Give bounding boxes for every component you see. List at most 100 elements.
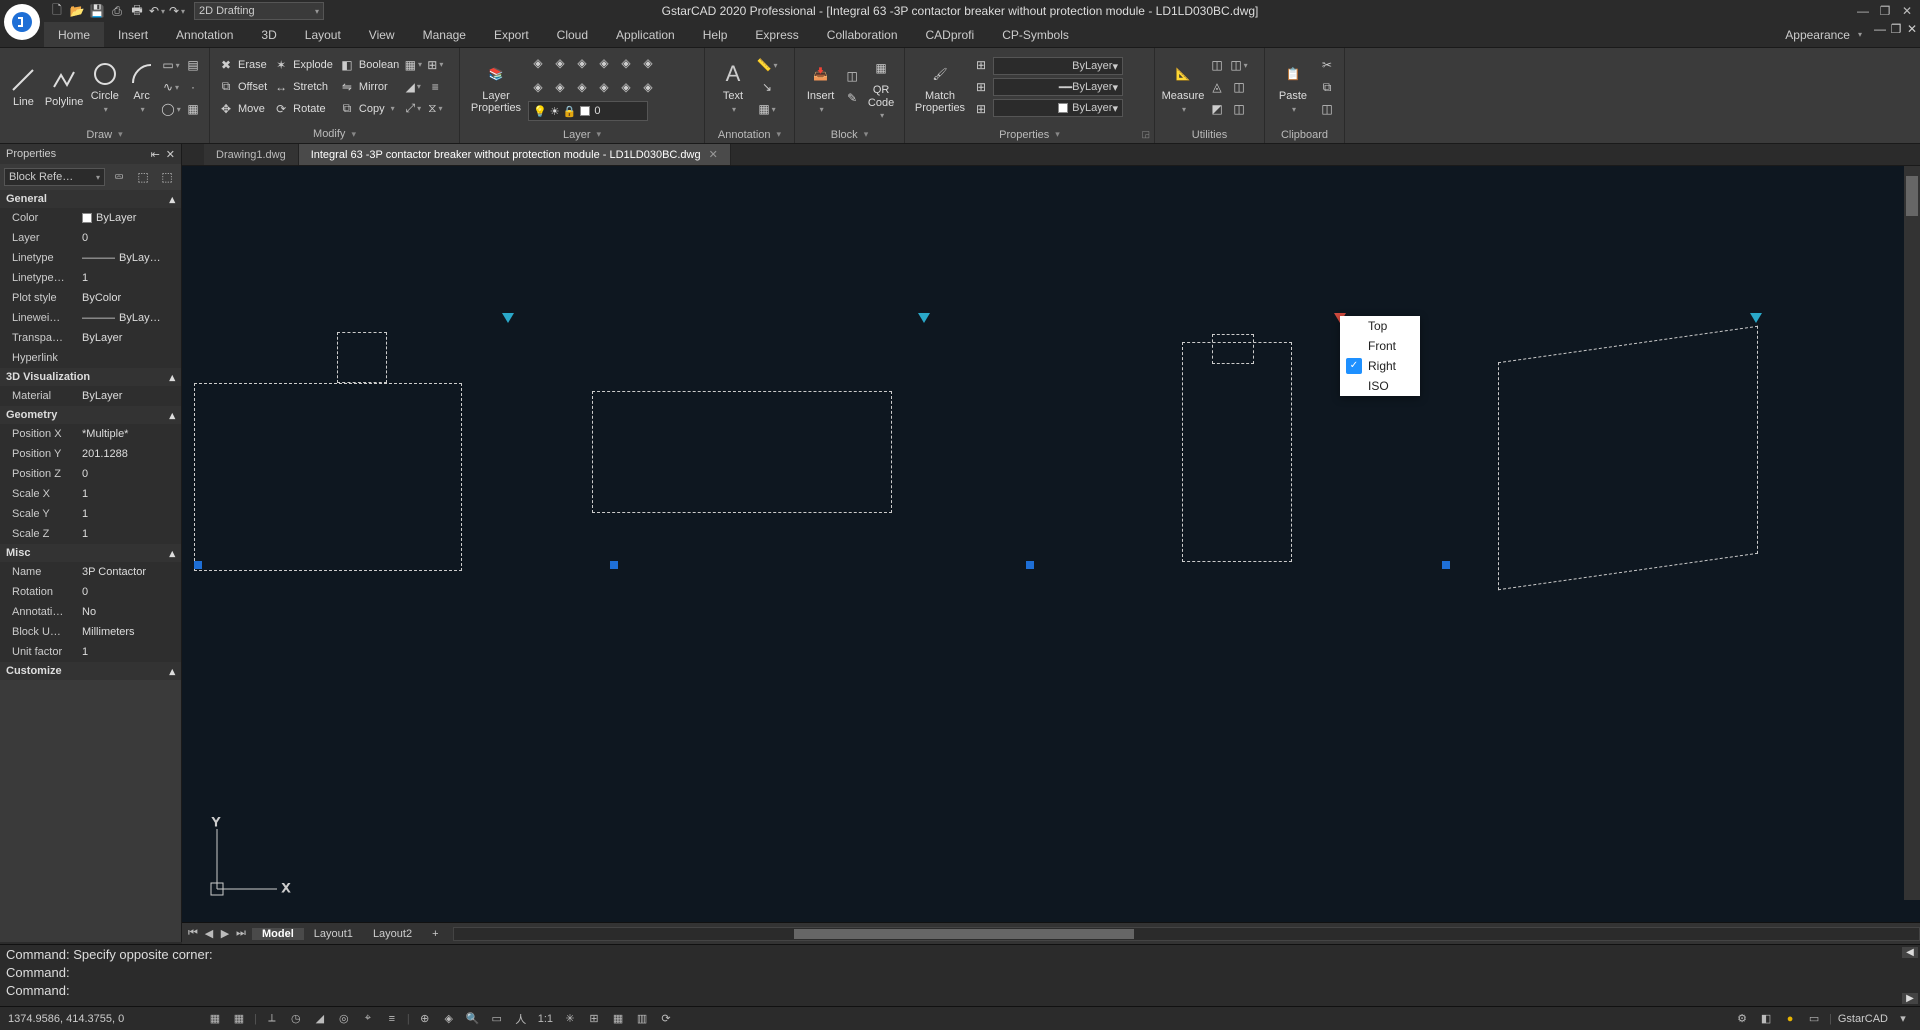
tab-layout2[interactable]: Layout2 xyxy=(363,928,422,940)
grid-icon[interactable]: ▦ xyxy=(230,1010,248,1028)
copy-clip-icon[interactable]: ⧉ xyxy=(1317,77,1337,97)
fillet-icon[interactable]: ◢▾ xyxy=(403,77,423,97)
util-icon-3[interactable]: ◩ xyxy=(1207,99,1227,119)
layer-icon-6[interactable]: ◈ xyxy=(638,53,658,73)
move-button[interactable]: ✥Move xyxy=(216,99,269,119)
mdi-minimize-icon[interactable]: — xyxy=(1872,22,1888,47)
erase-button[interactable]: ✖Erase xyxy=(216,55,269,75)
grip-3[interactable] xyxy=(1026,561,1034,569)
tab-cpsymbols[interactable]: CP-Symbols xyxy=(988,22,1083,47)
cycling-icon[interactable]: ◈ xyxy=(440,1010,458,1028)
tab-export[interactable]: Export xyxy=(480,22,543,47)
menu-item-top[interactable]: Top xyxy=(1340,316,1420,336)
otrack-icon[interactable]: ⌖ xyxy=(359,1010,377,1028)
undo-icon[interactable]: ↶▾ xyxy=(148,2,166,20)
close-icon[interactable]: ✕ xyxy=(1898,4,1916,18)
doc-tab-2[interactable]: Integral 63 -3P contactor breaker withou… xyxy=(299,144,731,165)
rect-icon[interactable]: ▭▾ xyxy=(161,55,181,75)
stretch-button[interactable]: ↔Stretch xyxy=(271,77,335,97)
prop-plotstyle-value[interactable]: ByColor xyxy=(78,288,181,308)
cmd-scroll[interactable]: ◀▶ xyxy=(1902,947,1918,1004)
prop-pz-value[interactable]: 0 xyxy=(78,464,181,484)
break-icon[interactable]: ⧖▾ xyxy=(425,99,445,119)
prop-icon-2[interactable]: ⊞ xyxy=(971,77,991,97)
point-icon[interactable]: · xyxy=(183,77,203,97)
tab-insert[interactable]: Insert xyxy=(104,22,162,47)
util-icon-6[interactable]: ◫ xyxy=(1229,99,1249,119)
arc-button[interactable]: Arc▾ xyxy=(124,50,159,124)
util-icon-2[interactable]: ◬ xyxy=(1207,77,1227,97)
prop-layer-value[interactable]: 0 xyxy=(78,228,181,248)
nav-next-icon[interactable]: ▶ xyxy=(218,927,232,940)
pickadd-icon[interactable]: ⬚ xyxy=(133,167,153,187)
tab-home[interactable]: Home xyxy=(44,22,104,47)
save-icon[interactable]: 💾 xyxy=(88,2,106,20)
view-marker-1[interactable] xyxy=(502,313,514,323)
section-customize[interactable]: Customize xyxy=(6,665,62,677)
lock-ui-icon[interactable]: ▥ xyxy=(633,1010,651,1028)
polyline-button[interactable]: Polyline xyxy=(43,50,86,124)
layer-icon-11[interactable]: ◈ xyxy=(616,77,636,97)
prop-sz-value[interactable]: 1 xyxy=(78,524,181,544)
mdi-restore-icon[interactable]: ❐ xyxy=(1888,22,1904,47)
tab-annotation[interactable]: Annotation xyxy=(162,22,247,47)
layer-icon-3[interactable]: ◈ xyxy=(572,53,592,73)
layer-icon-7[interactable]: ◈ xyxy=(528,77,548,97)
tab-cloud[interactable]: Cloud xyxy=(543,22,602,47)
clip-icon[interactable]: ◫ xyxy=(1317,99,1337,119)
prop-hyper-value[interactable] xyxy=(78,348,181,368)
prop-linetype-value[interactable]: ——— ByLay… xyxy=(78,248,181,268)
drawing-canvas[interactable]: Top Front Right ISO X Y xyxy=(182,166,1920,922)
polar-icon[interactable]: ◷ xyxy=(287,1010,305,1028)
layer-properties-button[interactable]: 📚Layer Properties xyxy=(466,50,526,124)
align-icon[interactable]: ≡ xyxy=(425,77,445,97)
settings-icon[interactable]: ⚙ xyxy=(1733,1010,1751,1028)
menu-item-right[interactable]: Right xyxy=(1340,356,1420,376)
grip-1[interactable] xyxy=(194,561,202,569)
grip-2[interactable] xyxy=(610,561,618,569)
horizontal-scrollbar[interactable] xyxy=(453,927,1920,941)
tab-cadprofi[interactable]: CADprofi xyxy=(912,22,989,47)
prop-px-value[interactable]: *Multiple* xyxy=(78,424,181,444)
appearance-menu[interactable]: Appearance▾ xyxy=(1775,22,1872,47)
scale-icon[interactable]: ⤢▾ xyxy=(403,99,423,119)
nav-first-icon[interactable]: ⏮ xyxy=(186,927,200,940)
prop-py-value[interactable]: 201.1288 xyxy=(78,444,181,464)
snap-grid-icon[interactable]: ▦ xyxy=(206,1010,224,1028)
section-geometry[interactable]: Geometry xyxy=(6,409,57,421)
spline-icon[interactable]: ∿▾ xyxy=(161,77,181,97)
tab-layout[interactable]: Layout xyxy=(291,22,355,47)
layer-icon-2[interactable]: ◈ xyxy=(550,53,570,73)
prop-name-value[interactable]: 3P Contactor xyxy=(78,562,181,582)
notification-icon[interactable]: ● xyxy=(1781,1010,1799,1028)
block-create-icon[interactable]: ◫ xyxy=(842,66,862,86)
prop-uf-value[interactable]: 1 xyxy=(78,642,181,662)
view-marker-2[interactable] xyxy=(918,313,930,323)
tab-express[interactable]: Express xyxy=(741,22,812,47)
print-icon[interactable]: 🖶 xyxy=(128,2,146,20)
ws-icon[interactable]: ⊞ xyxy=(585,1010,603,1028)
layer-icon-12[interactable]: ◈ xyxy=(638,77,658,97)
nav-last-icon[interactable]: ⏭ xyxy=(234,927,248,940)
workspace-selector[interactable]: 2D Drafting ▾ xyxy=(194,2,324,20)
prop-rot-value[interactable]: 0 xyxy=(78,582,181,602)
new-icon[interactable]: 🗋 xyxy=(48,2,66,20)
circle-button[interactable]: Circle▾ xyxy=(87,50,122,124)
prop-icon-3[interactable]: ⊞ xyxy=(971,99,991,119)
ortho-icon[interactable]: ⟂ xyxy=(263,1010,281,1028)
clean-icon[interactable]: ▭ xyxy=(1805,1010,1823,1028)
status-icon-2[interactable]: ◧ xyxy=(1757,1010,1775,1028)
prop-unit-value[interactable]: Millimeters xyxy=(78,622,181,642)
command-line[interactable]: Command: Specify opposite corner: Comman… xyxy=(0,944,1920,1006)
app-logo[interactable] xyxy=(4,4,40,40)
anno-scale-icon[interactable]: 人 xyxy=(512,1010,530,1028)
vertical-scrollbar[interactable] xyxy=(1904,166,1920,900)
tab-view[interactable]: View xyxy=(355,22,409,47)
rotate-button[interactable]: ⟳Rotate xyxy=(271,99,335,119)
qrcode-button[interactable]: ▦QR Code▾ xyxy=(864,50,898,124)
tab-model[interactable]: Model xyxy=(252,928,304,940)
array-icon[interactable]: ⊞▾ xyxy=(425,55,445,75)
grip-4[interactable] xyxy=(1442,561,1450,569)
copy-button[interactable]: ⧉Copy▾ xyxy=(337,99,401,119)
explode-button[interactable]: ✶Explode xyxy=(271,55,335,75)
